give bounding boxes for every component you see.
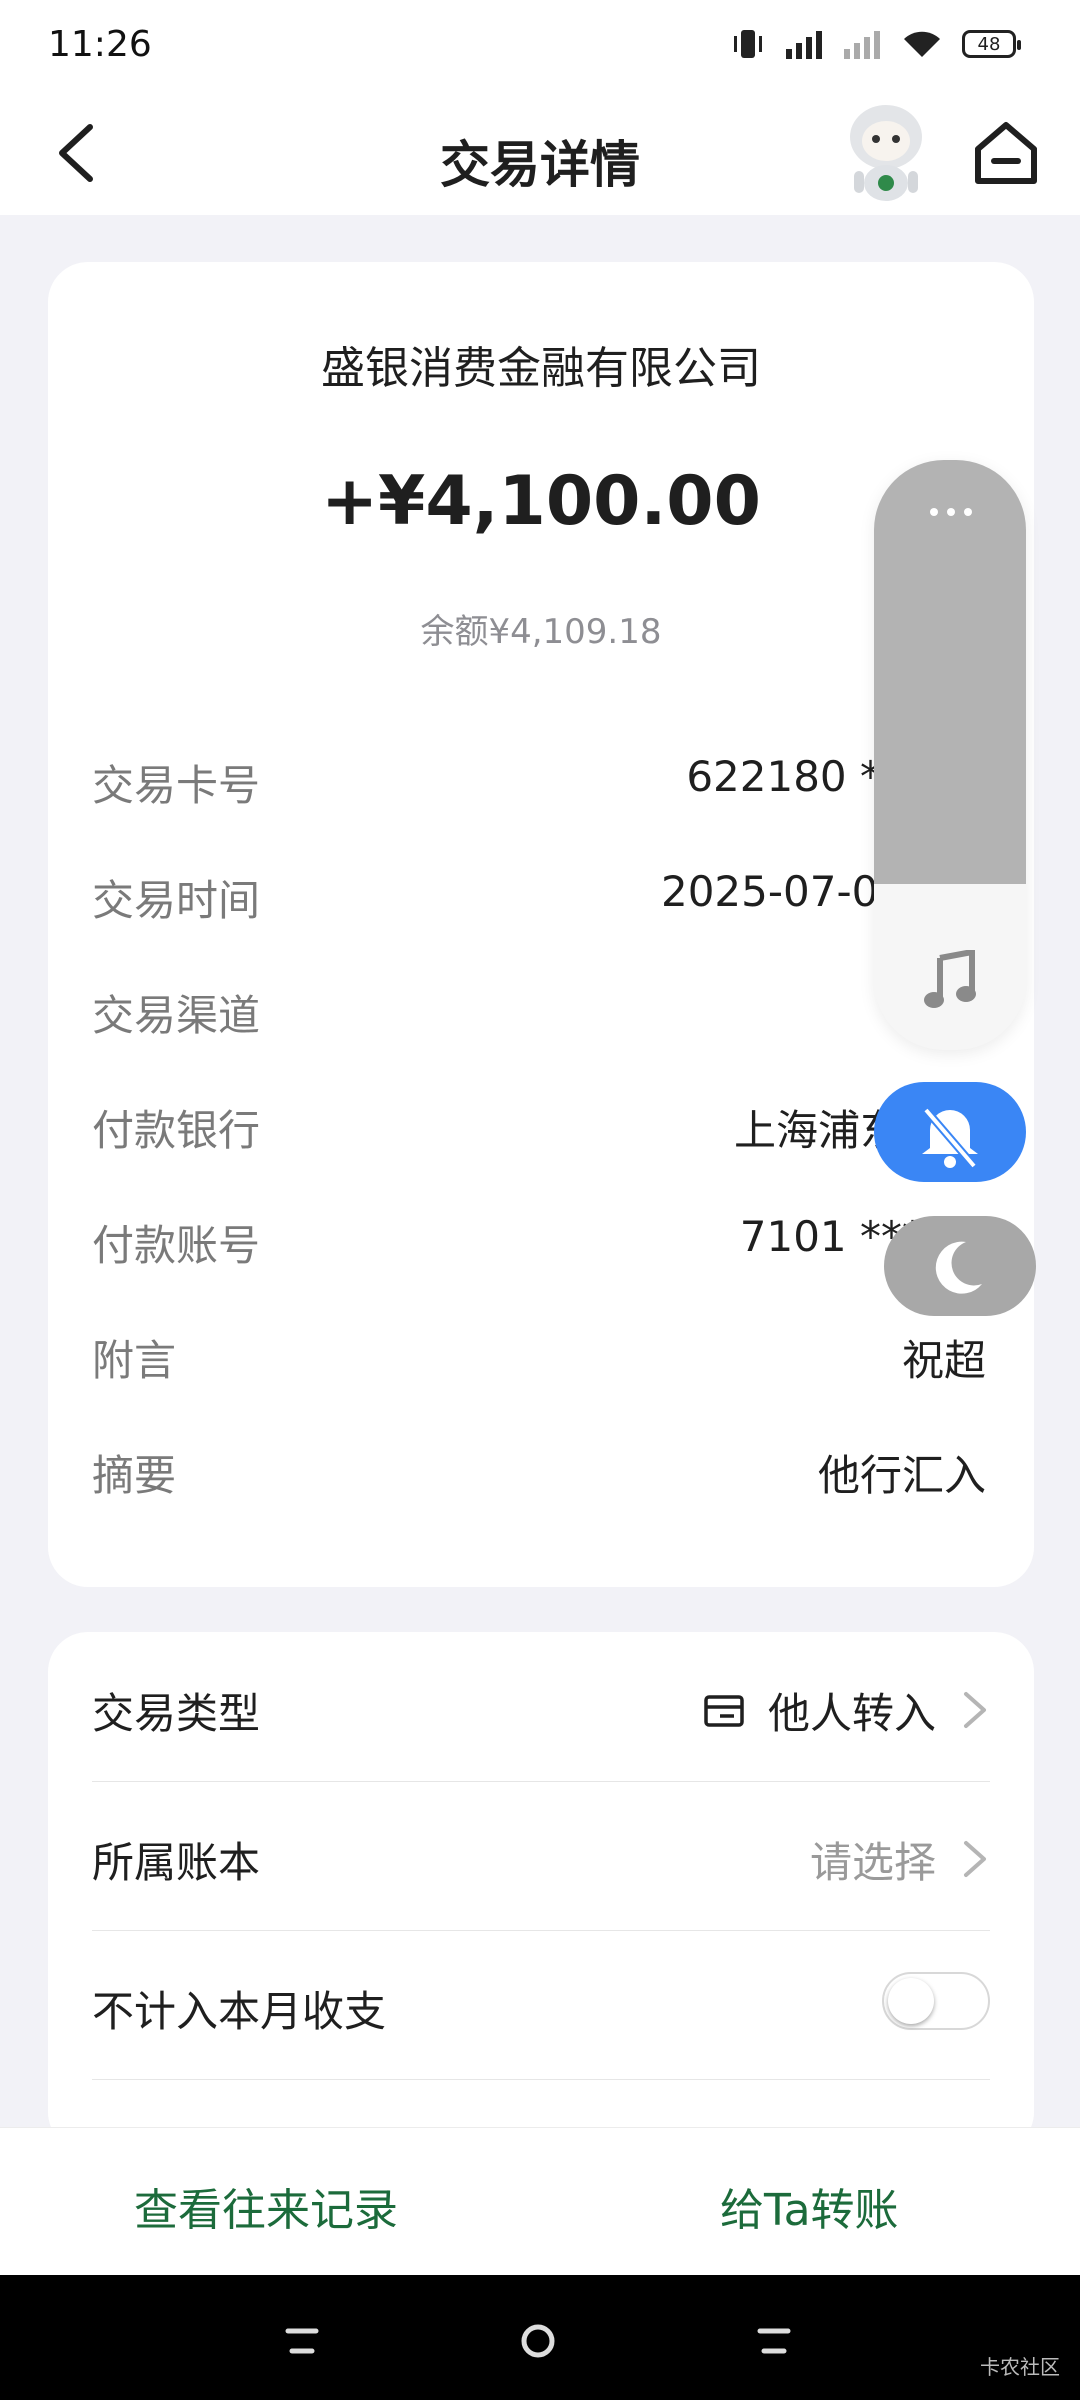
signal-weak-icon	[844, 31, 880, 59]
exclude-monthly-label: 不计入本月收支	[92, 1987, 387, 2036]
home-icon[interactable]	[966, 113, 1046, 193]
counterparty-name: 盛银消费金融有限公司	[321, 343, 761, 394]
account-book-row[interactable]: 所属账本 请选择	[92, 1781, 990, 1931]
detail-row-summary: 摘要 他行汇入	[92, 1442, 986, 1502]
transaction-type-text: 他人转入	[767, 1689, 936, 1738]
detail-label: 付款银行	[92, 1106, 261, 1155]
detail-row-time: 交易时间 2025-07-06 11:	[92, 867, 986, 927]
volume-slider[interactable]	[874, 460, 1026, 884]
detail-label: 交易渠道	[92, 991, 261, 1040]
exclude-monthly-row: 不计入本月收支	[92, 1930, 990, 2080]
toggle-knob	[888, 1978, 934, 2024]
mute-bell-button[interactable]	[874, 1082, 1026, 1182]
signal-icon	[786, 31, 822, 59]
status-bar: 11:26 48	[0, 0, 1080, 95]
exclude-monthly-toggle[interactable]	[882, 1972, 990, 2030]
detail-row-channel: 交易渠道	[92, 982, 986, 1042]
detail-label: 摘要	[92, 1451, 177, 1500]
vibrate-icon	[734, 30, 762, 58]
detail-label: 附言	[92, 1336, 177, 1385]
chevron-right-icon	[964, 1692, 986, 1728]
detail-row-card-number: 交易卡号 622180 ******	[92, 752, 986, 812]
status-time: 11:26	[48, 24, 152, 65]
more-dots-icon[interactable]	[926, 504, 976, 520]
detail-value: 祝超	[901, 1336, 986, 1385]
moon-icon	[935, 1241, 982, 1294]
bottom-action-bar: 查看往来记录 给Ta转账	[0, 2127, 1080, 2276]
transfer-in-icon	[704, 1694, 744, 1727]
back-icon[interactable]	[744, 2311, 804, 2371]
transaction-type-value: 他人转入	[702, 1680, 936, 1741]
transfer-button[interactable]: 给Ta转账	[720, 2174, 899, 2238]
battery-indicator: 48	[962, 30, 1021, 58]
account-book-label: 所属账本	[92, 1838, 261, 1887]
settings-card: 交易类型 他人转入 所属账本 请选择 不计入本月收支	[48, 1632, 1034, 2152]
wifi-icon	[904, 31, 940, 57]
dark-mode-button[interactable]	[884, 1216, 1036, 1316]
detail-label: 交易时间	[92, 876, 261, 925]
watermark: 卡农社区	[980, 2355, 1060, 2379]
view-history-button[interactable]: 查看往来记录	[134, 2174, 398, 2238]
volume-panel[interactable]	[874, 460, 1026, 1050]
status-icons: 48	[730, 26, 1021, 62]
chevron-right-icon	[964, 1841, 986, 1877]
home-circle-icon[interactable]	[508, 2311, 568, 2371]
header: 交易详情	[0, 95, 1080, 215]
bell-off-icon	[922, 1107, 978, 1169]
account-book-value: 请选择	[809, 1838, 936, 1887]
detail-label: 付款账号	[92, 1221, 261, 1270]
detail-row-payer-bank: 付款银行 上海浦东发展	[92, 1097, 986, 1157]
detail-row-payer-account: 付款账号 7101 ******	[92, 1212, 986, 1272]
robot-mascot-icon[interactable]	[838, 101, 934, 205]
transaction-type-label: 交易类型	[92, 1689, 261, 1738]
detail-row-memo: 附言 祝超	[92, 1327, 986, 1387]
menu-icon[interactable]	[272, 2311, 332, 2371]
transaction-type-row[interactable]: 交易类型 他人转入	[92, 1632, 990, 1782]
music-note-icon	[924, 950, 976, 1008]
detail-label: 交易卡号	[92, 761, 261, 810]
system-nav-bar: 卡农社区	[0, 2275, 1080, 2400]
detail-value: 他行汇入	[817, 1451, 986, 1500]
